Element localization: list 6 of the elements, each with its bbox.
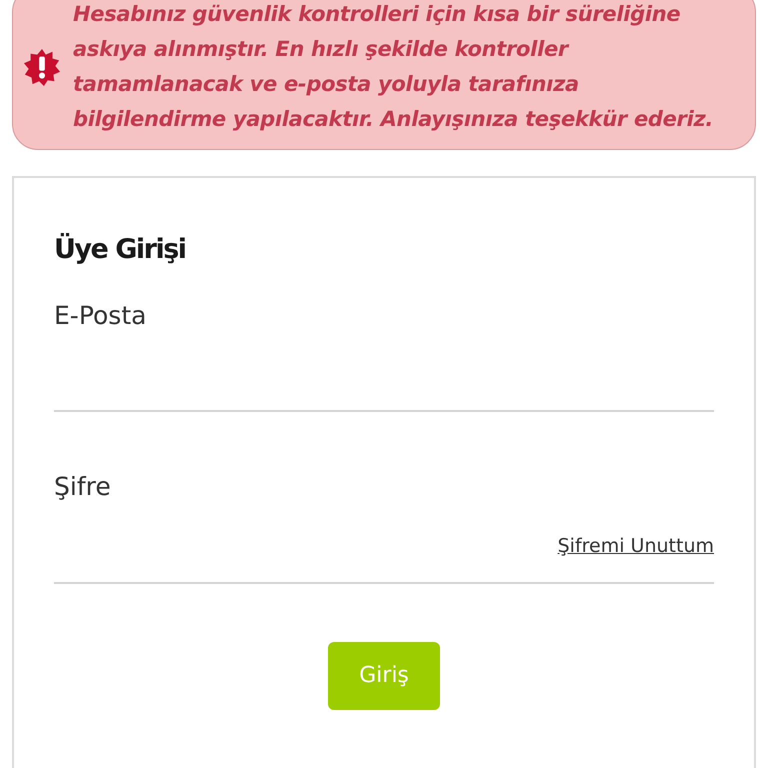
forgot-password-link[interactable]: Şifremi Unuttum (558, 532, 714, 561)
field-label: E-Posta (54, 300, 148, 332)
warning-icon (23, 48, 61, 86)
alert-message: Hesabınız güvenlik kontrolleri için kısa bir süreliğine askıya alınmıştır. En hızlı şekilde kontroller tamamlanacak ve e-posta yoluyla tarafınıza bilgilendirme yapılacaktır. Anlayışınıza teşekkür ederiz. (73, 1, 714, 133)
field-label: Şifre (54, 471, 112, 503)
login-title: Üye Girişi (54, 232, 187, 267)
